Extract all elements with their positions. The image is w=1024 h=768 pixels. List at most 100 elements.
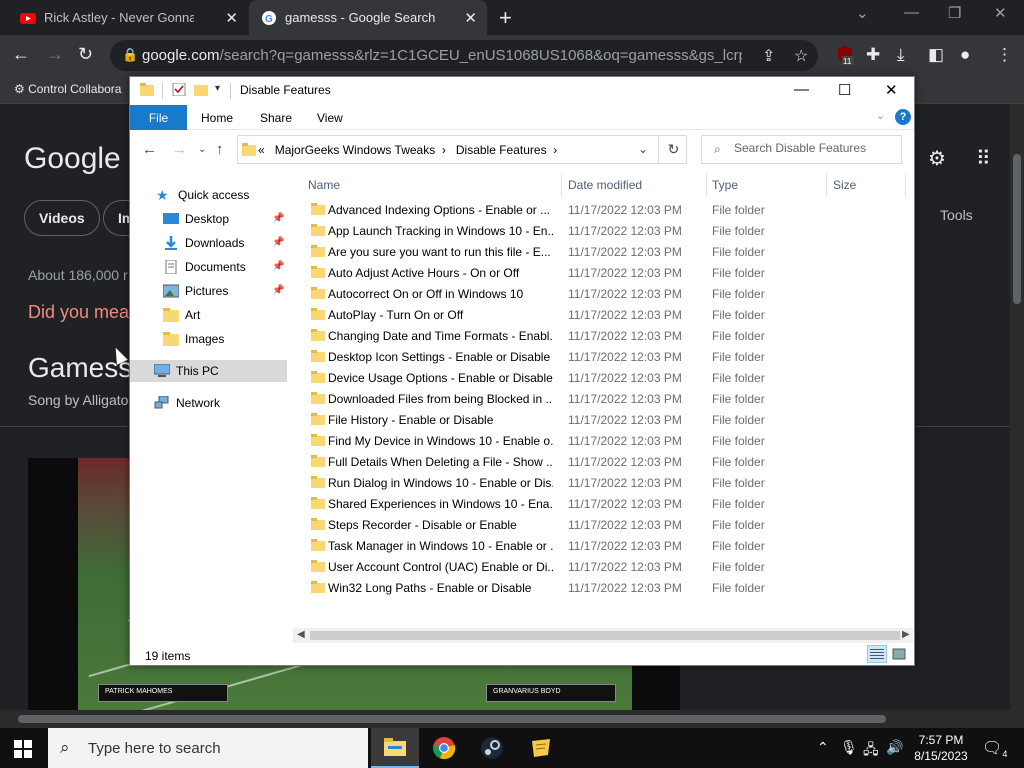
page-horizontal-scrollbar[interactable]	[0, 710, 1024, 728]
nav-desktop[interactable]: Desktop	[163, 208, 229, 230]
back-icon[interactable]: ←	[12, 44, 30, 65]
file-row[interactable]: Auto Adjust Active Hours - On or Off 11/1…	[293, 262, 913, 283]
file-row[interactable]: Run Dialog in Windows 10 - Enable or Dis…	[293, 472, 913, 493]
expand-ribbon-icon[interactable]: ⌄	[876, 109, 885, 122]
google-logo[interactable]: Google	[24, 142, 121, 176]
customize-toolbar-icon[interactable]: ▾	[215, 83, 229, 96]
file-row[interactable]: File History - Enable or Disable 11/17/20…	[293, 409, 913, 430]
scroll-right-icon[interactable]: ▶	[902, 629, 910, 640]
microphone-icon[interactable]: 🎙	[840, 739, 858, 756]
scroll-thumb[interactable]	[310, 631, 900, 640]
pin-icon[interactable]: 📌	[272, 237, 284, 248]
tools-button[interactable]: Tools	[940, 207, 973, 223]
close-button[interactable]: ✕	[885, 81, 898, 99]
minimize-button[interactable]: —	[794, 81, 809, 98]
nav-documents[interactable]: Documents	[163, 256, 246, 278]
notification-center-icon[interactable]: 🗨4	[982, 738, 1007, 759]
file-row[interactable]: AutoPlay - Turn On or Off 11/17/2022 12:0…	[293, 304, 913, 325]
search-input[interactable]	[734, 141, 894, 155]
apps-grid-icon[interactable]: ⠿	[976, 146, 991, 171]
nav-art[interactable]: Art	[163, 304, 200, 326]
settings-gear-icon[interactable]: ⚙	[928, 146, 946, 171]
pin-icon[interactable]: 📌	[272, 285, 284, 296]
file-list-horizontal-scrollbar[interactable]: ◀ ▶	[293, 628, 913, 643]
address-bar[interactable]: 🔒 google.com/search?q=gamesss&rlz=1C1GCE…	[110, 40, 818, 71]
file-row[interactable]: Shared Experiences in Windows 10 - Ena..…	[293, 493, 913, 514]
file-row[interactable]: Desktop Icon Settings - Enable or Disabl…	[293, 346, 913, 367]
extensions-puzzle-icon[interactable]: ✚	[866, 45, 880, 65]
tab-file[interactable]: File	[130, 105, 187, 130]
address-dropdown-icon[interactable]: ⌄	[638, 142, 648, 156]
explorer-address-bar[interactable]: « MajorGeeks Windows Tweaks › Disable Fe…	[237, 135, 687, 164]
show-hidden-icons[interactable]: ⌃	[817, 739, 829, 756]
close-tab-icon[interactable]: ✕	[225, 9, 238, 27]
file-row[interactable]: Win32 Long Paths - Enable or Disable 11/1…	[293, 577, 913, 598]
taskbar-clock[interactable]: 7:57 PM 8/15/2023	[906, 732, 976, 764]
breadcrumb-item[interactable]: MajorGeeks Windows Tweaks	[275, 143, 436, 157]
volume-icon[interactable]: 🔊	[886, 739, 903, 756]
taskbar-steam[interactable]	[468, 728, 516, 768]
help-icon[interactable]: ?	[895, 109, 911, 125]
tab-home[interactable]: Home	[201, 105, 233, 130]
bookmark-star-icon[interactable]: ☆	[794, 46, 808, 66]
file-row[interactable]: User Account Control (UAC) Enable or Di.…	[293, 556, 913, 577]
taskbar-sticky-notes[interactable]	[517, 728, 565, 768]
close-tab-icon[interactable]: ✕	[464, 9, 477, 27]
menu-kebab-icon[interactable]: ⋮	[996, 45, 1013, 65]
network-tray-icon[interactable]: 🖧	[863, 739, 879, 763]
taskbar-file-explorer[interactable]	[371, 728, 419, 768]
reload-icon[interactable]: ↻	[78, 44, 93, 65]
taskbar-chrome[interactable]	[420, 728, 468, 768]
new-tab-button[interactable]: +	[499, 5, 512, 31]
file-row[interactable]: Device Usage Options - Enable or Disable…	[293, 367, 913, 388]
profile-avatar[interactable]: ●	[960, 45, 970, 65]
nav-pictures[interactable]: Pictures	[163, 280, 228, 302]
file-row[interactable]: Downloaded Files from being Blocked in .…	[293, 388, 913, 409]
column-name[interactable]: Name	[308, 173, 340, 197]
file-row[interactable]: App Launch Tracking in Windows 10 - En..…	[293, 220, 913, 241]
file-row[interactable]: Autocorrect On or Off in Windows 10 11/17…	[293, 283, 913, 304]
tab-view[interactable]: View	[317, 105, 343, 130]
file-row[interactable]: Changing Date and Time Formats - Enabl..…	[293, 325, 913, 346]
column-date-modified[interactable]: Date modified	[568, 173, 642, 197]
new-folder-icon[interactable]	[194, 83, 208, 96]
tab-search-icon[interactable]: ⌄	[856, 4, 869, 22]
nav-downloads[interactable]: Downloads	[163, 232, 244, 254]
breadcrumb-item[interactable]: Disable Features	[456, 143, 547, 157]
file-row[interactable]: Find My Device in Windows 10 - Enable o.…	[293, 430, 913, 451]
column-type[interactable]: Type	[712, 173, 738, 197]
side-panel-icon[interactable]: ◧	[928, 45, 944, 65]
forward-icon[interactable]: →	[172, 141, 187, 158]
forward-icon[interactable]: →	[46, 44, 64, 65]
minimize-button[interactable]: —	[904, 4, 919, 21]
pin-icon[interactable]: 📌	[272, 213, 284, 224]
nav-images[interactable]: Images	[163, 328, 224, 350]
nav-this-pc[interactable]: This PC	[130, 360, 287, 382]
file-row[interactable]: Task Manager in Windows 10 - Enable or .…	[293, 535, 913, 556]
recent-locations-icon[interactable]: ⌄	[198, 144, 206, 155]
tab-google-search[interactable]: G gamesss - Google Search ✕	[249, 0, 487, 35]
nav-network[interactable]: Network	[154, 392, 220, 414]
did-you-mean[interactable]: Did you mea	[28, 302, 129, 323]
tab-rick-astley[interactable]: Rick Astley - Never Gonna Give You Up ✕	[8, 0, 248, 35]
up-icon[interactable]: ↑	[216, 141, 224, 158]
file-row[interactable]: Are you sure you want to run this file -…	[293, 241, 913, 262]
filter-videos[interactable]: Videos	[24, 200, 100, 236]
explorer-search-box[interactable]: ⌕	[701, 135, 902, 164]
share-icon[interactable]: ⇪	[762, 46, 775, 66]
maximize-button[interactable]: ❐	[948, 4, 961, 22]
windows-start-icon[interactable]	[14, 740, 32, 758]
tab-share[interactable]: Share	[260, 105, 292, 130]
download-icon[interactable]: ⤓	[897, 45, 905, 65]
pin-icon[interactable]: 📌	[272, 261, 284, 272]
ublock-extension-icon[interactable]: 11	[836, 45, 854, 70]
nav-quick-access[interactable]: ★ Quick access	[156, 184, 249, 206]
bookmark-item[interactable]: ⚙ Control Collabora	[14, 82, 121, 96]
page-vertical-scrollbar[interactable]	[1010, 104, 1024, 710]
close-window-button[interactable]: ✕	[994, 4, 1007, 22]
column-size[interactable]: Size	[833, 173, 856, 197]
file-row[interactable]: Full Details When Deleting a File - Show…	[293, 451, 913, 472]
large-icons-view-button[interactable]	[889, 645, 909, 663]
file-row[interactable]: Advanced Indexing Options - Enable or ..…	[293, 199, 913, 220]
taskbar-search[interactable]: ⌕ Type here to search	[48, 728, 368, 768]
